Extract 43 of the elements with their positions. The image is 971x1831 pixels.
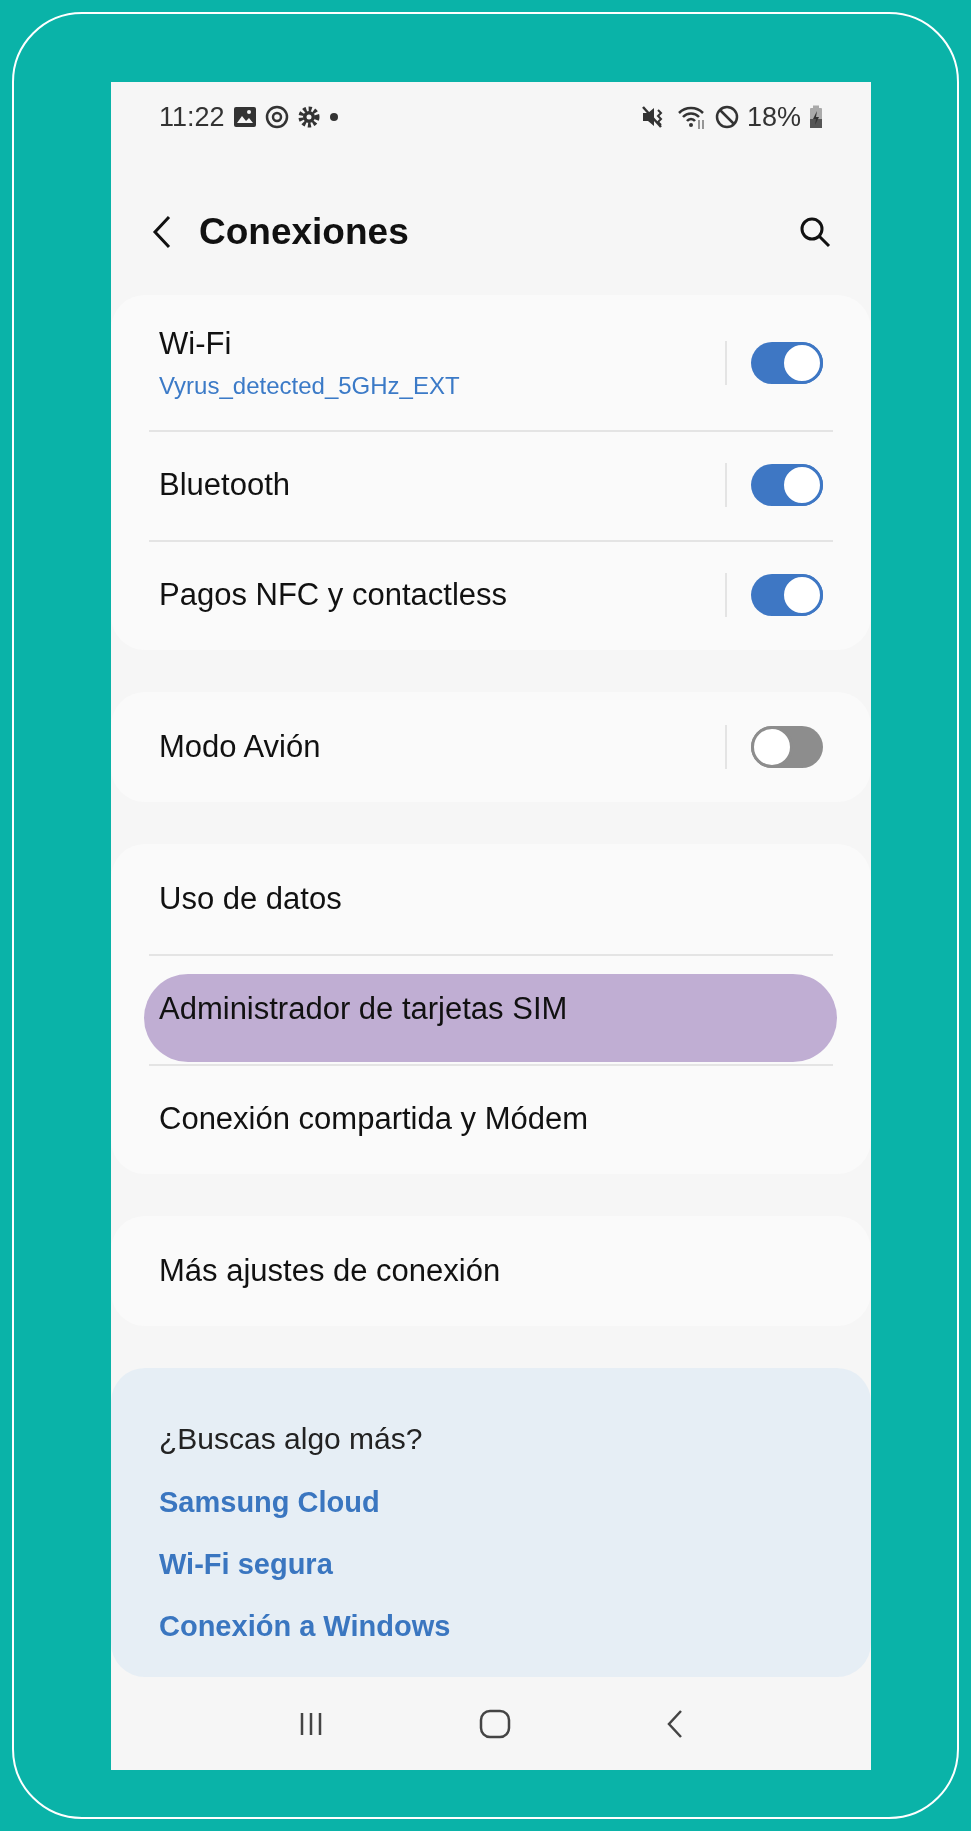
- toggle-switch[interactable]: [751, 464, 823, 506]
- item-label: Uso de datos: [159, 879, 343, 918]
- toggle-switch[interactable]: [751, 574, 823, 616]
- search-button[interactable]: [799, 215, 831, 248]
- settings-item[interactable]: Modo Avión: [111, 692, 871, 802]
- settings-item[interactable]: Pagos NFC y contactless: [111, 540, 871, 650]
- page-title: Conexiones: [199, 209, 410, 254]
- item-label: Más ajustes de conexión: [159, 1251, 502, 1290]
- settings-item[interactable]: Bluetooth: [111, 430, 871, 540]
- dot-icon: [328, 112, 339, 122]
- image-icon: [232, 106, 257, 128]
- home-button[interactable]: [479, 1708, 511, 1739]
- block-icon: [714, 105, 739, 129]
- home-icon: [479, 1708, 511, 1739]
- suggestion-link[interactable]: Wi-Fi segura: [159, 1546, 823, 1582]
- sync-icon: [264, 105, 289, 129]
- status-time: 11:22: [159, 100, 225, 134]
- suggestion-link[interactable]: Conexión a Windows: [159, 1608, 823, 1644]
- search-icon: [799, 215, 831, 248]
- battery-icon: [809, 105, 823, 129]
- back-button[interactable]: [151, 213, 173, 250]
- item-label: Conexión compartida y Módem: [159, 1099, 590, 1138]
- item-label: Administrador de tarjetas SIM: [159, 989, 569, 1028]
- back-icon: [665, 1708, 684, 1739]
- wifi-icon: [676, 104, 707, 130]
- toggle-switch[interactable]: [751, 726, 823, 768]
- item-label: Modo Avión: [159, 727, 322, 766]
- back-icon: [151, 213, 173, 250]
- item-label: Pagos NFC y contactless: [159, 575, 509, 614]
- toggle-switch[interactable]: [751, 341, 823, 384]
- suggestion-link[interactable]: Samsung Cloud: [159, 1485, 823, 1520]
- back-nav-button[interactable]: [665, 1708, 684, 1739]
- settings-item[interactable]: Wi-Fi Vyrus_detected_5GHz_EXT: [111, 295, 871, 430]
- item-subtitle: Vyrus_detected_5GHz_EXT: [159, 370, 461, 401]
- settings-item[interactable]: Uso de datos: [111, 844, 871, 954]
- item-label: Bluetooth: [159, 465, 291, 504]
- settings-item[interactable]: Más ajustes de conexión: [111, 1216, 871, 1326]
- settings-icon: [296, 105, 321, 129]
- settings-item[interactable]: Administrador de tarjetas SIM: [111, 954, 871, 1064]
- suggestions-title: ¿Buscas algo más?: [159, 1421, 424, 1457]
- item-title: Wi-Fi: [159, 325, 233, 364]
- settings-item[interactable]: Conexión compartida y Módem: [111, 1064, 871, 1174]
- battery-percentage: 18%: [746, 100, 801, 134]
